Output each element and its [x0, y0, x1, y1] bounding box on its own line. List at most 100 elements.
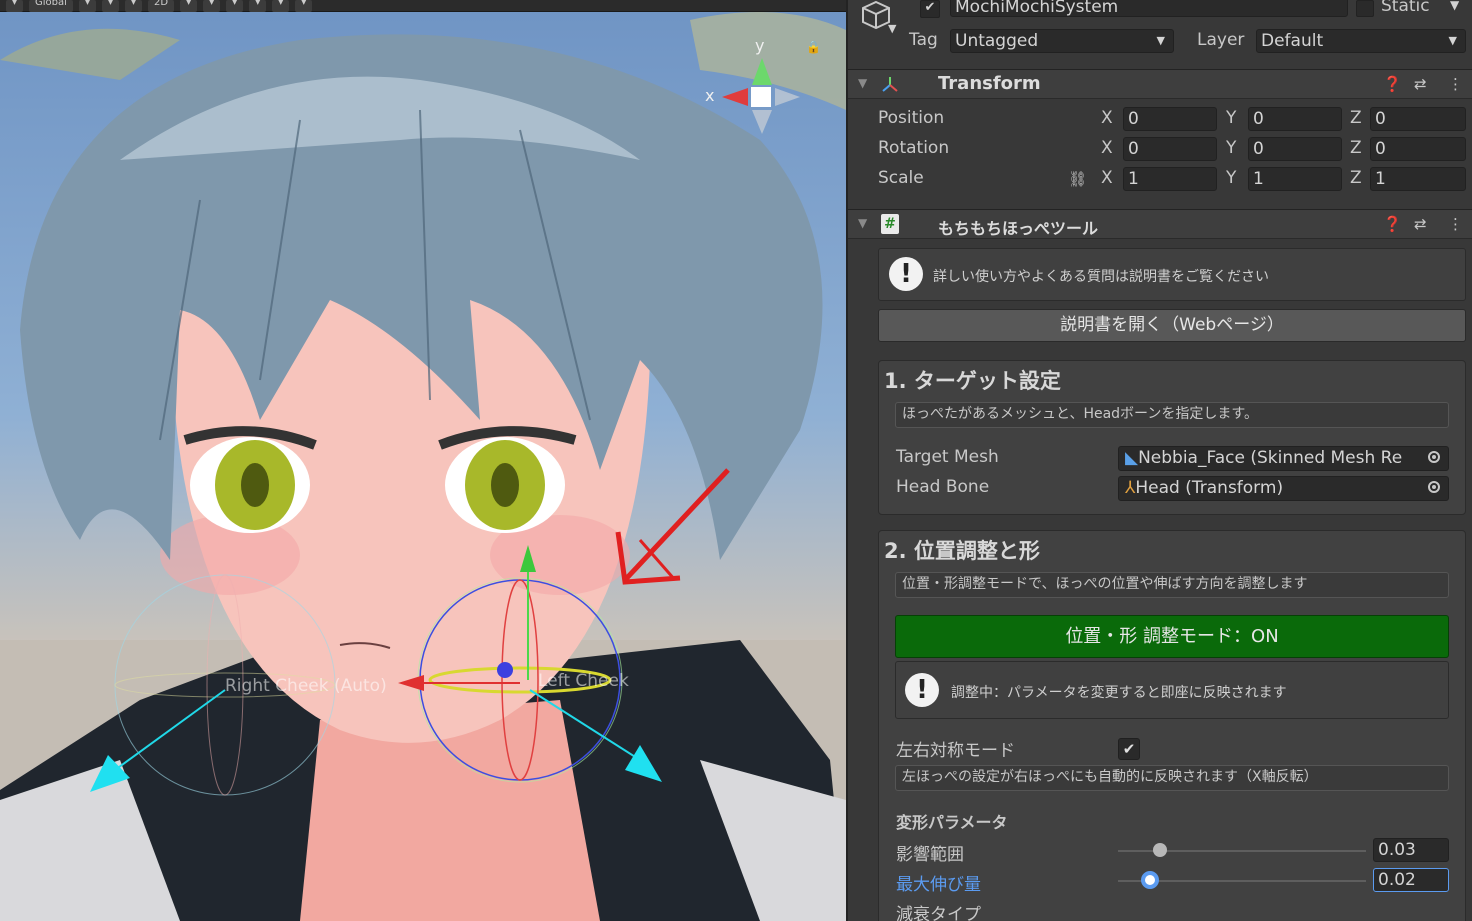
inspector-panel: ▼ ✔ MochiMochiSystem Static ▼ Tag Untagg… — [846, 0, 1472, 921]
preset-icon[interactable]: ⇄ — [1414, 75, 1427, 93]
help-icon[interactable]: ❓ — [1383, 215, 1402, 233]
hidden-objects-button[interactable]: ▾ — [249, 0, 267, 12]
transform-title: Transform — [938, 73, 1041, 94]
snap-button[interactable]: ▾ — [78, 0, 96, 12]
layer-value: Default — [1261, 31, 1324, 51]
rotation-y-field[interactable]: 0 — [1248, 137, 1342, 161]
symmetry-description: 左ほっぺの設定が右ほっぺにも自動的に反映されます（X軸反転） — [895, 765, 1449, 791]
transform-icon — [882, 77, 898, 92]
scale-z-field[interactable]: 1 — [1370, 167, 1466, 191]
tag-label: Tag — [909, 30, 938, 50]
static-dropdown-icon[interactable]: ▼ — [1450, 0, 1459, 12]
right-cheek-label: Right Cheek (Auto) — [225, 676, 387, 696]
head-bone-value: Head (Transform) — [1135, 478, 1284, 498]
target-settings-section: 1. ターゲット設定 ほっぺたがあるメッシュと、Headボーンを指定します。 T… — [878, 360, 1466, 515]
influence-range-label: 影響範囲 — [896, 845, 964, 865]
open-manual-button[interactable]: 説明書を開く（Webページ） — [878, 309, 1466, 342]
foldout-arrow-icon[interactable]: ▼ — [858, 216, 867, 230]
position-x-field[interactable]: 0 — [1123, 107, 1217, 131]
symmetry-mode-checkbox[interactable]: ✔ — [1118, 738, 1140, 760]
section1-description: ほっぺたがあるメッシュと、Headボーンを指定します。 — [895, 402, 1449, 428]
gizmo-x-label: x — [705, 86, 715, 105]
influence-range-field[interactable]: 0.03 — [1373, 838, 1449, 862]
help-box: ! 詳しい使い方やよくある質問は説明書をご覧ください — [878, 248, 1466, 301]
position-y-field[interactable]: 0 — [1248, 107, 1342, 131]
foldout-arrow-icon[interactable]: ▼ — [858, 76, 867, 90]
kebab-menu-icon[interactable]: ⋮ — [1448, 75, 1463, 93]
object-picker-icon[interactable] — [1428, 451, 1440, 463]
position-x-axis: X — [1101, 108, 1113, 128]
gizmo-y-label: y — [755, 36, 765, 55]
adjust-help-text: 調整中：パラメータを変更すると即座に反映されます — [951, 685, 1287, 701]
rotation-label: Rotation — [878, 138, 950, 158]
camera-button[interactable]: ▾ — [272, 0, 290, 12]
max-stretch-slider-handle[interactable] — [1141, 871, 1160, 889]
position-z-field[interactable]: 0 — [1370, 107, 1466, 131]
gizmos-button[interactable]: ▾ — [295, 0, 313, 12]
skinned-mesh-icon: ◣ — [1125, 448, 1139, 468]
position-label: Position — [878, 108, 945, 128]
lighting-button[interactable]: ▾ — [180, 0, 198, 12]
left-cheek-label: Left Cheek — [538, 671, 629, 691]
help-icon[interactable]: ❓ — [1383, 75, 1402, 93]
audio-button[interactable]: ▾ — [203, 0, 221, 12]
tag-dropdown[interactable]: Untagged ▼ — [950, 29, 1174, 53]
scale-y-axis: Y — [1226, 168, 1237, 188]
target-mesh-field[interactable]: ◣Nebbia_Face (Skinned Mesh Re — [1118, 446, 1449, 471]
tool-component-header[interactable]: ▼ # もちもちほっぺツール ❓ ⇄ ⋮ — [848, 209, 1472, 239]
section2-description: 位置・形調整モードで、ほっぺの位置や伸ばす方向を調整します — [895, 572, 1449, 598]
scene-view[interactable]: ▾ Global ▾ ▾ ▾ 2D ▾ ▾ ▾ ▾ ▾ ▾ y x 🔒 Righ… — [0, 0, 846, 921]
transform-header[interactable]: ▼ Transform ❓ ⇄ ⋮ — [848, 69, 1472, 99]
position-shape-section: 2. 位置調整と形 位置・形調整モードで、ほっぺの位置や伸ばす方向を調整します … — [878, 530, 1466, 921]
head-bone-field[interactable]: ⅄Head (Transform) — [1118, 476, 1449, 501]
scene-render — [0, 12, 846, 921]
max-stretch-field[interactable]: 0.02 — [1373, 868, 1449, 892]
scale-z-axis: Z — [1350, 168, 1362, 188]
pivot-dropdown[interactable]: ▾ — [6, 0, 24, 12]
layer-dropdown[interactable]: Default ▼ — [1256, 29, 1466, 53]
draw-mode-button[interactable]: ▾ — [125, 0, 143, 12]
adjust-mode-toggle-button[interactable]: 位置・形 調整モード：ON — [895, 615, 1449, 658]
target-mesh-label: Target Mesh — [896, 447, 999, 467]
icon-dropdown-arrow[interactable]: ▼ — [888, 22, 896, 35]
layer-label: Layer — [1197, 30, 1245, 50]
scale-y-field[interactable]: 1 — [1248, 167, 1342, 191]
help-text: 詳しい使い方やよくある質問は説明書をご覧ください — [933, 269, 1269, 285]
grid-button[interactable]: ▾ — [101, 0, 119, 12]
global-dropdown[interactable]: Global — [29, 0, 73, 12]
static-checkbox[interactable] — [1356, 0, 1374, 17]
section2-title: 2. 位置調整と形 — [884, 539, 1040, 563]
section1-title: 1. ターゲット設定 — [884, 369, 1061, 393]
tag-value: Untagged — [955, 31, 1039, 51]
rotation-y-axis: Y — [1226, 138, 1237, 158]
preset-icon[interactable]: ⇄ — [1414, 215, 1427, 233]
constrain-proportions-icon[interactable]: ⛓ — [1068, 170, 1087, 188]
object-picker-icon[interactable] — [1428, 481, 1440, 493]
rotation-x-axis: X — [1101, 138, 1113, 158]
chevron-down-icon: ▼ — [1156, 34, 1165, 47]
chevron-down-icon: ▼ — [1448, 34, 1457, 47]
rotation-z-axis: Z — [1350, 138, 1362, 158]
target-mesh-value: Nebbia_Face (Skinned Mesh Re — [1138, 448, 1403, 468]
script-hash-icon: # — [881, 214, 899, 234]
adjust-help-box: ! 調整中：パラメータを変更すると即座に反映されます — [895, 661, 1449, 719]
kebab-menu-icon[interactable]: ⋮ — [1448, 215, 1463, 233]
mode-2d-button[interactable]: 2D — [148, 0, 175, 12]
falloff-type-label: 減衰タイプ — [896, 905, 981, 921]
scale-x-field[interactable]: 1 — [1123, 167, 1217, 191]
object-name-field[interactable]: MochiMochiSystem — [950, 0, 1348, 17]
scale-x-axis: X — [1101, 168, 1113, 188]
head-bone-label: Head Bone — [896, 477, 990, 497]
scale-label: Scale — [878, 168, 924, 188]
lock-icon[interactable]: 🔒 — [806, 40, 821, 54]
scene-toolbar: ▾ Global ▾ ▾ ▾ 2D ▾ ▾ ▾ ▾ ▾ ▾ — [0, 0, 846, 12]
deform-params-title: 変形パラメータ — [896, 813, 1008, 832]
rotation-z-field[interactable]: 0 — [1370, 137, 1466, 161]
effects-button[interactable]: ▾ — [226, 0, 244, 12]
static-label: Static — [1381, 0, 1430, 16]
influence-range-slider-handle[interactable] — [1153, 843, 1168, 857]
symmetry-mode-label: 左右対称モード — [896, 741, 1015, 761]
active-checkbox[interactable]: ✔ — [920, 0, 940, 18]
rotation-x-field[interactable]: 0 — [1123, 137, 1217, 161]
max-stretch-label: 最大伸び量 — [896, 875, 981, 895]
